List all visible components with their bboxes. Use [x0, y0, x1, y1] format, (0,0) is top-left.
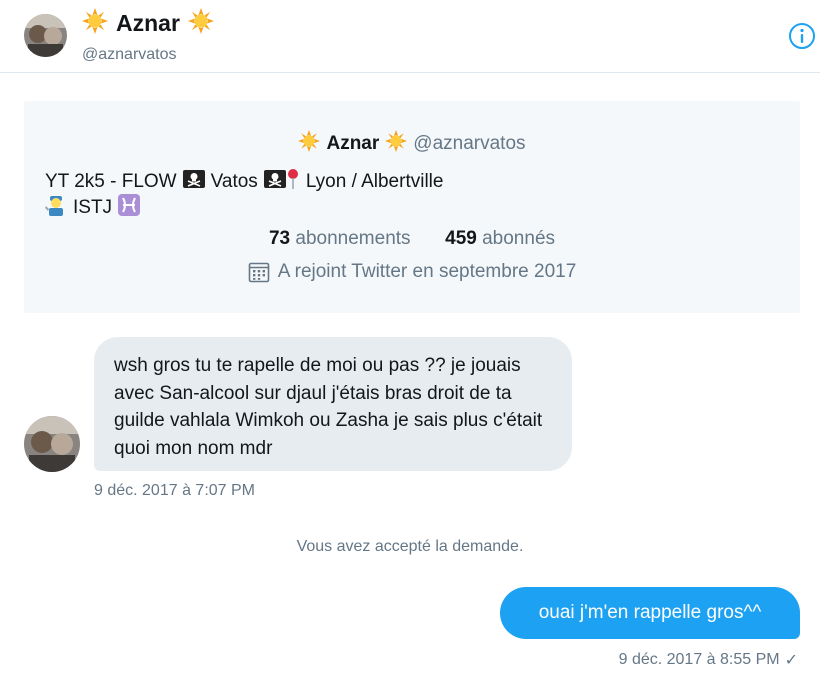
mechanic-icon — [45, 194, 67, 222]
incoming-message-timestamp: 9 déc. 2017 à 7:07 PM — [94, 482, 255, 499]
bio-text: Lyon / Albertville — [305, 171, 444, 192]
following-link[interactable]: 73 abonnements — [269, 228, 411, 249]
sun-icon — [385, 130, 408, 158]
outgoing-message-timestamp: 9 déc. 2017 à 8:55 PM ✓ — [619, 650, 798, 670]
bio-text: ISTJ — [73, 197, 113, 218]
read-check-icon: ✓ — [784, 652, 798, 669]
sun-icon — [187, 7, 214, 39]
joined-text: A rejoint Twitter en septembre 2017 — [277, 261, 577, 282]
outgoing-message-bubble[interactable]: ouai j'm'en rappelle gros^^ — [500, 587, 800, 639]
info-button[interactable] — [788, 22, 816, 50]
outgoing-time-text: 9 déc. 2017 à 8:55 PM — [618, 651, 780, 668]
round-pushpin-icon — [286, 168, 300, 196]
profile-name[interactable]: Aznar — [326, 133, 379, 155]
sun-icon — [298, 130, 321, 158]
header-handle[interactable]: @aznarvatos — [82, 46, 177, 64]
sender-avatar[interactable] — [24, 416, 80, 472]
bio-text: YT 2k5 - FLOW — [45, 171, 177, 192]
outgoing-message-text: ouai j'm'en rappelle gros^^ — [538, 602, 762, 623]
joined-date: A rejoint Twitter en septembre 2017 — [24, 261, 800, 283]
incoming-message-bubble[interactable]: wsh gros tu te rapelle de moi ou pas ?? … — [94, 337, 572, 471]
profile-card[interactable]: Aznar @aznarvatos YT 2k5 - FLOW Vatos Ly… — [24, 101, 800, 313]
followers-link[interactable]: 459 abonnés — [445, 228, 555, 249]
pisces-icon — [118, 194, 141, 222]
profile-name-row: Aznar @aznarvatos — [24, 130, 800, 158]
profile-handle[interactable]: @aznarvatos — [413, 133, 525, 155]
profile-bio-line-1: YT 2k5 - FLOW Vatos Lyon / Albertville — [45, 168, 443, 196]
skull-crossbones-flag-icon — [182, 170, 205, 194]
skull-crossbones-flag-icon — [263, 170, 286, 194]
sun-icon — [82, 7, 108, 39]
request-accepted-notice: Vous avez accepté la demande. — [296, 538, 524, 555]
bio-text: Vatos — [210, 171, 258, 192]
profile-stats: 73 abonnements 459 abonnés — [24, 228, 800, 250]
calendar-icon — [248, 262, 270, 283]
profile-bio-line-2: ISTJ — [45, 194, 141, 222]
avatar[interactable] — [24, 14, 67, 57]
info-icon — [789, 23, 815, 49]
conversation-header: Aznar @aznarvatos — [0, 0, 820, 73]
header-name[interactable]: Aznar — [116, 10, 180, 37]
header-name-row: Aznar — [82, 6, 214, 40]
